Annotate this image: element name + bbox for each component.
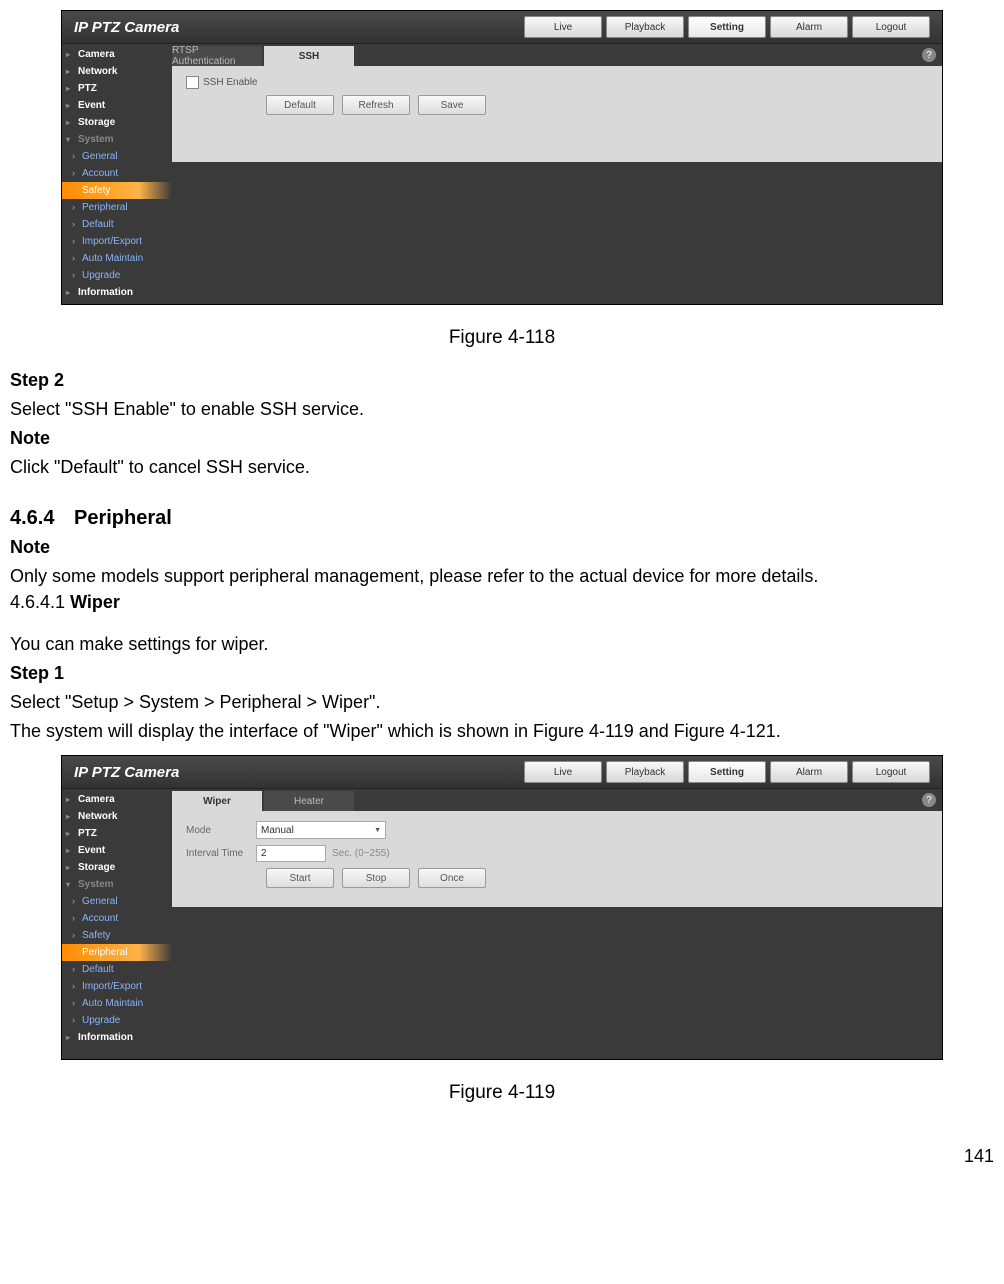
sidebar-item-automaintain[interactable]: Auto Maintain (62, 250, 172, 267)
panel-ssh: SSH Enable Default Refresh Save (172, 66, 942, 162)
step1-text2: The system will display the interface of… (10, 718, 994, 745)
step1-heading: Step 1 (10, 660, 994, 687)
sidebar-item-information[interactable]: Information (62, 284, 172, 301)
tabs: Wiper Heater (172, 789, 942, 811)
sidebar-item-default[interactable]: Default (62, 961, 172, 978)
once-button[interactable]: Once (418, 868, 486, 888)
top-btn-setting[interactable]: Setting (688, 16, 766, 38)
top-btn-alarm[interactable]: Alarm (770, 16, 848, 38)
sidebar-item-peripheral[interactable]: Peripheral (62, 944, 172, 961)
mode-select[interactable]: Manual (256, 821, 386, 839)
tab-heater[interactable]: Heater (264, 791, 354, 811)
note2-label: Note (10, 534, 994, 561)
sidebar-item-event[interactable]: Event (62, 97, 172, 114)
top-btn-live[interactable]: Live (524, 761, 602, 783)
sidebar-item-system[interactable]: System (62, 876, 172, 893)
sidebar-item-peripheral[interactable]: Peripheral (62, 199, 172, 216)
sidebar-item-safety[interactable]: Safety (62, 182, 172, 199)
sidebar-item-general[interactable]: General (62, 148, 172, 165)
sidebar-item-safety[interactable]: Safety (62, 927, 172, 944)
top-btn-playback[interactable]: Playback (606, 16, 684, 38)
top-btn-alarm[interactable]: Alarm (770, 761, 848, 783)
sidebar-item-upgrade[interactable]: Upgrade (62, 1012, 172, 1029)
subsection: 4.6.4.1 Wiper (10, 592, 994, 613)
start-button[interactable]: Start (266, 868, 334, 888)
sidebar-item-ptz[interactable]: PTZ (62, 825, 172, 842)
page-number: 141 (10, 1122, 994, 1175)
section-number: 4.6.4 (10, 507, 74, 530)
top-btn-logout[interactable]: Logout (852, 16, 930, 38)
help-icon[interactable]: ? (922, 48, 936, 62)
sidebar-item-information[interactable]: Information (62, 1029, 172, 1046)
sidebar-item-camera[interactable]: Camera (62, 791, 172, 808)
sidebar-item-camera[interactable]: Camera (62, 46, 172, 63)
help-icon[interactable]: ? (922, 793, 936, 807)
top-btn-live[interactable]: Live (524, 16, 602, 38)
sidebar-item-event[interactable]: Event (62, 842, 172, 859)
interval-input[interactable]: 2 (256, 845, 326, 862)
sidebar-item-importexport[interactable]: Import/Export (62, 978, 172, 995)
top-btn-setting[interactable]: Setting (688, 761, 766, 783)
tab-ssh[interactable]: SSH (264, 46, 354, 66)
sidebar-item-account[interactable]: Account (62, 165, 172, 182)
logo: IP PTZ Camera (62, 19, 179, 36)
sidebar-item-storage[interactable]: Storage (62, 114, 172, 131)
sidebar: Camera Network PTZ Event Storage System … (62, 44, 172, 304)
sidebar: Camera Network PTZ Event Storage System … (62, 789, 172, 1059)
sidebar-item-general[interactable]: General (62, 893, 172, 910)
screenshot-ssh-settings: IP PTZ Camera Live Playback Setting Alar… (61, 10, 943, 305)
interval-hint: Sec. (0~255) (332, 848, 390, 859)
default-button[interactable]: Default (266, 95, 334, 115)
topbar: IP PTZ Camera Live Playback Setting Alar… (62, 756, 942, 789)
note2-text: Only some models support peripheral mana… (10, 566, 818, 586)
sidebar-item-automaintain[interactable]: Auto Maintain (62, 995, 172, 1012)
figure-caption-2: Figure 4-119 (10, 1082, 994, 1104)
mode-label: Mode (186, 825, 256, 836)
sidebar-item-upgrade[interactable]: Upgrade (62, 267, 172, 284)
step2-text: Select "SSH Enable" to enable SSH servic… (10, 396, 994, 423)
wiper-intro: You can make settings for wiper. (10, 631, 994, 658)
sidebar-item-ptz[interactable]: PTZ (62, 80, 172, 97)
step1-text: Select "Setup > System > Peripheral > Wi… (10, 689, 994, 716)
sidebar-item-system[interactable]: System (62, 131, 172, 148)
panel-wiper: Mode Manual Interval Time 2 Sec. (0~255)… (172, 811, 942, 907)
save-button[interactable]: Save (418, 95, 486, 115)
subsection-number: 4.6.4.1 (10, 592, 65, 612)
top-btn-playback[interactable]: Playback (606, 761, 684, 783)
section-title: Peripheral (74, 507, 172, 529)
screenshot-wiper-settings: IP PTZ Camera Live Playback Setting Alar… (61, 755, 943, 1060)
ssh-enable-checkbox[interactable] (186, 76, 199, 89)
note1-label: Note (10, 425, 994, 452)
tabs: RTSP Authentication SSH (172, 44, 942, 66)
subsection-title: Wiper (70, 592, 120, 612)
sidebar-item-network[interactable]: Network (62, 808, 172, 825)
stop-button[interactable]: Stop (342, 868, 410, 888)
tab-rtsp-auth[interactable]: RTSP Authentication (172, 46, 262, 66)
sidebar-item-network[interactable]: Network (62, 63, 172, 80)
tab-wiper[interactable]: Wiper (172, 791, 262, 811)
ssh-enable-label: SSH Enable (203, 77, 257, 88)
figure-caption-1: Figure 4-118 (10, 327, 994, 349)
section-heading: 4.6.4Peripheral (10, 507, 994, 530)
sidebar-item-default[interactable]: Default (62, 216, 172, 233)
refresh-button[interactable]: Refresh (342, 95, 410, 115)
top-btn-logout[interactable]: Logout (852, 761, 930, 783)
sidebar-item-storage[interactable]: Storage (62, 859, 172, 876)
sidebar-item-importexport[interactable]: Import/Export (62, 233, 172, 250)
sidebar-item-account[interactable]: Account (62, 910, 172, 927)
interval-label: Interval Time (186, 848, 256, 859)
note1-text: Click "Default" to cancel SSH service. (10, 457, 310, 477)
topbar: IP PTZ Camera Live Playback Setting Alar… (62, 11, 942, 44)
logo: IP PTZ Camera (62, 764, 179, 781)
step2-heading: Step 2 (10, 367, 994, 394)
